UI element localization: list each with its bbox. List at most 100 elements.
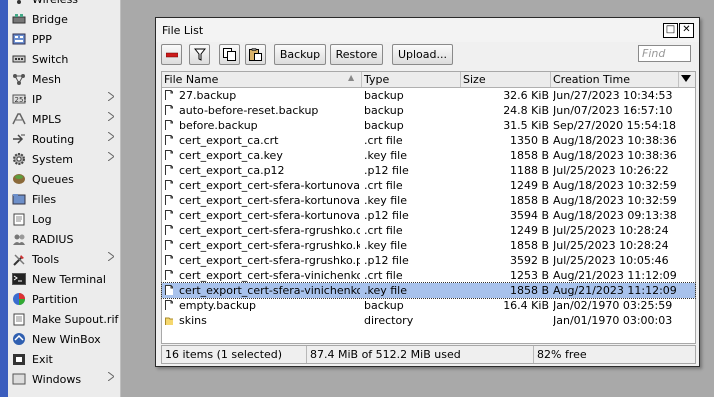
sidebar-item-label: New Terminal [32,272,106,286]
cell-time: Jan/01/1970 03:00:03 [553,314,673,327]
table-row[interactable]: auto-before-reset.backup backup 24.8 KiB Ju… [162,103,695,118]
table-row[interactable]: cert_export_cert-sfera-rgrushko.key .key … [162,238,695,253]
sidebar-item-wireless[interactable]: Wireless [8,0,120,9]
sidebar-item-ppp[interactable]: PPP [8,29,120,49]
sidebar-item-label: PPP [32,32,52,46]
sidebar-item-label: Make Supout.rif [32,312,119,326]
cell-time: Aug/21/2023 11:12:09 [553,269,677,282]
sidebar-item-label: System [32,152,74,166]
sidebar-item-mesh[interactable]: Mesh [8,69,120,89]
cell-name: before.backup [179,119,258,132]
cell-size: 3592 B [509,254,549,267]
cell-size: 1858 B [509,149,549,162]
cell-name: skins [179,314,207,327]
cell-name: cert_export_cert-sfera-kortunova.... [179,209,360,222]
table-row[interactable]: cert_export_cert-sfera-vinichenko.... .cr… [162,268,695,283]
sidebar-item-label: Files [32,192,57,206]
sidebar-item-label: MPLS [32,112,62,126]
switch-icon [11,52,27,66]
sidebar-menu: Wireless Bridge PPP Switch Mesh 255 IP MPLS Rout… [8,0,121,397]
copy-button[interactable] [219,44,240,65]
table-row[interactable]: cert_export_ca.p12 .p12 file 1188 B Jul/25/… [162,163,695,178]
file-icon [165,150,173,160]
sidebar-item-routing[interactable]: Routing [8,129,120,149]
sidebar-item-system[interactable]: System [8,149,120,169]
sidebar-item-exit[interactable]: Exit [8,349,120,369]
column-menu-button[interactable] [679,72,695,87]
file-icon [165,210,173,220]
cell-time: Jun/27/2023 10:34:53 [553,89,673,102]
file-icon [165,255,173,265]
table-row[interactable]: empty.backup backup 16.4 KiB Jan/02/1970 03… [162,298,695,313]
sidebar-item-ip[interactable]: 255 IP [8,89,120,109]
cell-time: Sep/27/2020 15:54:18 [553,119,677,132]
close-window-button[interactable]: ✕ [679,23,694,38]
table-row[interactable]: cert_export_cert-sfera-kortunova.... .crt… [162,178,695,193]
table-row[interactable]: cert_export_cert-sfera-kortunova.... .p12… [162,208,695,223]
sidebar-item-files[interactable]: Files [8,189,120,209]
sidebar-item-switch[interactable]: Switch [8,49,120,69]
table-row[interactable]: cert_export_cert-sfera-kortunova.... .key… [162,193,695,208]
sidebar-item-label: RADIUS [32,232,74,246]
submenu-arrow-icon [107,111,115,124]
filter-button[interactable] [189,44,210,65]
restore-button[interactable]: Restore [330,44,383,65]
column-header-file-name[interactable]: File Name [162,72,362,87]
file-icon [165,120,173,130]
table-row[interactable]: before.backup backup 31.5 KiB Sep/27/2020 1… [162,118,695,133]
cell-type: .key file [364,239,408,252]
sidebar-item-windows[interactable]: Windows [8,369,120,389]
sidebar-item-radius[interactable]: RADIUS [8,229,120,249]
cell-type: .p12 file [364,164,409,177]
cell-type: .key file [364,149,408,162]
file-icon [165,270,173,280]
sidebar-item-queues[interactable]: Queues [8,169,120,189]
table-row[interactable]: skins directory Jan/01/1970 03:00:03 [162,313,695,328]
cell-name: cert_export_cert-sfera-rgrushko.crt [179,224,360,237]
routing-icon [11,132,27,146]
sidebar-item-log[interactable]: Log [8,209,120,229]
sidebar-item-label: Bridge [32,12,68,26]
sidebar-item-label: Wireless [32,0,78,6]
sidebar-item-new-terminal[interactable]: New Terminal [8,269,120,289]
cell-size: 1253 B [509,269,549,282]
submenu-arrow-icon [107,131,115,144]
cell-type: backup [364,119,404,132]
partition-icon [11,292,27,306]
cell-name: cert_export_cert-sfera-rgrushko.key [179,239,360,252]
left-brand-strip [0,0,8,397]
upload-button[interactable]: Upload... [392,44,453,65]
table-row[interactable]: cert_export_ca.crt .crt file 1350 B Aug/18/… [162,133,695,148]
column-header-type[interactable]: Type [362,72,461,87]
paste-button[interactable] [245,44,266,65]
table-row[interactable]: cert_export_cert-sfera-rgrushko.crt .crt … [162,223,695,238]
table-row[interactable]: cert_export_cert-sfera-rgrushko.p... .p12… [162,253,695,268]
restore-window-button[interactable]: □ [663,23,678,38]
column-header-creation-time[interactable]: Creation Time [551,72,679,87]
file-list-window[interactable]: File List □ ✕ Backup Restore Upload... F… [155,17,700,367]
file-icon [165,225,173,235]
cell-size: 1249 B [509,224,549,237]
sidebar-item-label: IP [32,92,42,106]
cell-time: Jul/25/2023 10:28:24 [553,224,669,237]
cell-time: Jul/25/2023 10:05:46 [553,254,669,267]
cell-size: 16.4 KiB [503,299,549,312]
sidebar-item-bridge[interactable]: Bridge [8,9,120,29]
table-row[interactable]: 27.backup backup 32.6 KiB Jun/27/2023 10:34… [162,88,695,103]
find-input[interactable]: Find [638,45,691,62]
backup-button[interactable]: Backup [274,44,326,65]
sidebar-item-new-winbox[interactable]: New WinBox [8,329,120,349]
column-header-size[interactable]: Size [461,72,551,87]
table-row[interactable]: cert_export_cert-sfera-vinichenko.... .ke… [161,282,696,299]
sidebar-item-partition[interactable]: Partition [8,289,120,309]
remove-button[interactable] [161,44,182,65]
table-row[interactable]: cert_export_ca.key .key file 1858 B Aug/18/… [162,148,695,163]
file-icon [165,105,173,115]
sidebar-item-mpls[interactable]: MPLS [8,109,120,129]
cell-time: Aug/18/2023 09:13:38 [553,209,677,222]
cell-name: cert_export_cert-sfera-rgrushko.p... [179,254,360,267]
window-titlebar[interactable]: File List □ ✕ [156,18,699,42]
sidebar-item-tools[interactable]: Tools [8,249,120,269]
sidebar-item-make-supout-rif[interactable]: Make Supout.rif [8,309,120,329]
cell-type: .key file [364,194,408,207]
